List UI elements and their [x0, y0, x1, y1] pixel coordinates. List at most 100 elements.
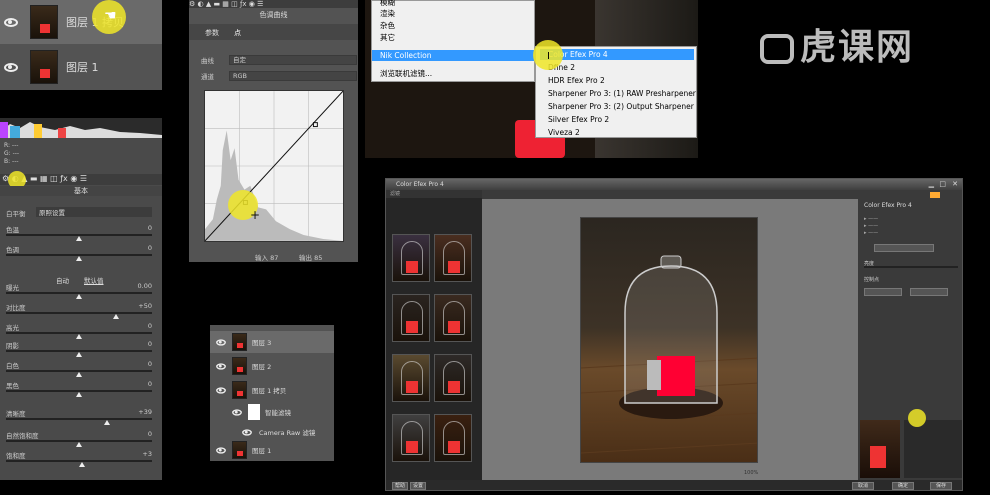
slider-knob[interactable] [76, 372, 82, 377]
slider-value[interactable]: 0 [148, 224, 152, 232]
raw-slider-row[interactable]: 清晰度 +39 [6, 408, 156, 430]
filter-thumbnail[interactable] [434, 354, 472, 402]
menu-item[interactable]: 杂色 [372, 20, 534, 31]
slider-track[interactable] [6, 418, 152, 420]
control-point-button[interactable] [910, 288, 948, 296]
maximize-icon[interactable]: □ [939, 179, 946, 190]
submenu-item-color-efex[interactable]: Color Efex Pro 4 [540, 49, 694, 60]
curves-toolbar[interactable]: ⚙ ◐ ▲ ▬ ▦ ◫ ƒx ◉ ☰ [189, 0, 358, 8]
cancel-button[interactable]: 取消 [852, 482, 874, 490]
submenu-item[interactable]: Viveza 2 [540, 127, 694, 138]
layer-row[interactable]: 图层 3 [210, 331, 334, 353]
layers-panel-top: 图层 1 拷贝 图层 1 ☚ [0, 0, 162, 90]
layer-name: 图层 1 拷贝 [252, 387, 287, 395]
slider-knob[interactable] [76, 334, 82, 339]
slider-value[interactable]: 0 [148, 360, 152, 368]
visibility-eye-icon[interactable] [216, 338, 226, 346]
add-filter-button[interactable] [874, 244, 934, 252]
submenu-item[interactable]: Sharpener Pro 3: (1) RAW Presharpener [540, 88, 696, 99]
preview-toolbar[interactable] [482, 190, 858, 199]
tab-parametric[interactable]: 参数 [205, 28, 219, 38]
menu-item[interactable]: 其它 [372, 32, 534, 43]
menu-item-nik-collection[interactable]: Nik Collection [372, 50, 534, 61]
settings-list[interactable]: ▸ —— ▸ —— ▸ —— [864, 216, 958, 238]
submenu-item[interactable]: Dfine 2 [540, 62, 694, 73]
raw-slider-row[interactable]: 自然饱和度 0 [6, 430, 156, 452]
layer-row[interactable]: 图层 1 [0, 45, 162, 89]
curve-graph[interactable] [204, 90, 344, 242]
raw-slider-row[interactable]: 色温 0 [6, 224, 156, 246]
visibility-eye-icon[interactable] [216, 386, 226, 394]
slider-knob[interactable] [76, 392, 82, 397]
raw-slider-row[interactable]: 色调 0 [6, 244, 156, 266]
help-button[interactable]: 帮助 [392, 482, 408, 490]
visibility-eye-icon[interactable] [4, 62, 18, 72]
filter-thumbnail[interactable] [392, 234, 430, 282]
history-panel [904, 420, 962, 478]
raw-slider-row[interactable]: 黑色 0 [6, 380, 156, 402]
right-panel-title: Color Efex Pro 4 [864, 202, 912, 209]
white-balance-select[interactable]: 原照设置 [36, 207, 152, 217]
raw-slider-row[interactable]: 饱和度 +3 [6, 450, 156, 472]
filter-thumbnail[interactable] [434, 234, 472, 282]
slider-value[interactable]: 0 [148, 430, 152, 438]
channel-select[interactable]: RGB [229, 71, 357, 81]
slider-value[interactable]: +3 [142, 450, 152, 458]
slider-knob[interactable] [76, 256, 82, 261]
output-readout: 输出 85 [299, 254, 323, 262]
slider-knob[interactable] [76, 294, 82, 299]
settings-button[interactable]: 设置 [410, 482, 426, 490]
visibility-eye-icon[interactable] [216, 362, 226, 370]
curve-select[interactable]: 自定 [229, 55, 357, 65]
layer-row[interactable]: 图层 1 拷贝 [0, 0, 162, 44]
submenu-item[interactable]: Sharpener Pro 3: (2) Output Sharpener [540, 101, 694, 112]
raw-slider-row[interactable]: 白色 0 [6, 360, 156, 382]
slider-knob[interactable] [76, 236, 82, 241]
submenu-item[interactable]: Silver Efex Pro 2 [540, 114, 694, 125]
layer-name: 图层 1 [66, 61, 99, 74]
close-icon[interactable]: ✕ [952, 179, 958, 190]
slider-label: 饱和度 [6, 452, 26, 460]
visibility-eye-icon[interactable] [232, 408, 242, 416]
slider-knob[interactable] [78, 462, 85, 467]
menu-item[interactable]: 渲染 [372, 8, 534, 19]
control-point-button[interactable] [864, 288, 902, 296]
filter-thumbnail[interactable] [434, 414, 472, 462]
filter-thumbnail[interactable] [434, 294, 472, 342]
visibility-eye-icon[interactable] [4, 17, 18, 27]
layer-row[interactable]: 图层 1 [210, 439, 334, 461]
filter-thumbnail[interactable] [392, 354, 430, 402]
filter-thumbnail[interactable] [392, 294, 430, 342]
slider-value[interactable]: 0 [148, 322, 152, 330]
color-swatch [930, 192, 940, 198]
save-button[interactable]: 保存 [930, 482, 952, 490]
slider-value[interactable]: 0 [148, 340, 152, 348]
ok-button[interactable]: 确定 [892, 482, 914, 490]
layer-row[interactable]: 图层 1 拷贝 [210, 379, 334, 401]
slider-value[interactable]: +39 [138, 408, 152, 416]
slider-knob[interactable] [76, 442, 82, 447]
menu-item[interactable]: 模糊 [372, 0, 534, 8]
slider-value[interactable]: 0.00 [138, 282, 152, 290]
menu-item[interactable]: 浏览联机滤镜... [372, 68, 534, 79]
submenu-item[interactable]: HDR Efex Pro 2 [540, 75, 694, 86]
slider-knob[interactable] [76, 352, 82, 357]
raw-slider-row[interactable]: 曝光 0.00 [6, 282, 156, 304]
brightness-slider[interactable] [864, 266, 958, 268]
slider-value[interactable]: 0 [148, 244, 152, 252]
channel-field: 通道 RGB [201, 71, 357, 82]
visibility-eye-icon[interactable] [242, 428, 252, 436]
slider-value[interactable]: 0 [148, 380, 152, 388]
minimize-icon[interactable]: ▁ [929, 179, 934, 190]
tab-point[interactable]: 点 [234, 28, 241, 38]
layer-row[interactable]: 图层 2 [210, 355, 334, 377]
smart-filter-row[interactable]: 智能滤镜 [210, 401, 334, 423]
slider-knob[interactable] [103, 420, 110, 425]
slider-knob[interactable] [112, 314, 119, 319]
raw-slider-row[interactable]: 阴影 0 [6, 340, 156, 362]
filter-thumbnail[interactable] [392, 414, 430, 462]
slider-track[interactable] [6, 312, 152, 314]
raw-slider-row[interactable]: 对比度 +50 [6, 302, 156, 324]
visibility-eye-icon[interactable] [216, 446, 226, 454]
slider-value[interactable]: +50 [138, 302, 152, 310]
